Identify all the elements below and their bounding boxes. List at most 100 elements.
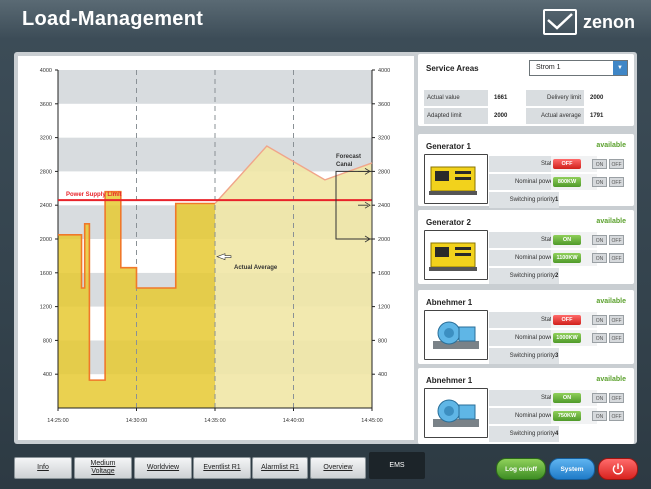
nominal-power-label: Nominal power xyxy=(489,408,559,424)
switching-priority-value: 3 xyxy=(555,353,559,359)
power-on-switch[interactable]: ON xyxy=(592,333,607,343)
actual-average: 1791 xyxy=(590,113,604,119)
nominal-power-value: 750KW xyxy=(553,411,581,421)
y-tick-label-left: 800 xyxy=(43,338,52,344)
nav-medium-voltage-button[interactable]: Medium Voltage xyxy=(74,457,132,479)
unit-card: Abnehmer 1 available State ON ON OFF Nominal p… xyxy=(418,368,634,444)
unit-title: Abnehmer 1 xyxy=(426,298,473,307)
load-chart-svg: 400 800 1200 1600 2000 2400 2800 3200 3600 4000 4… xyxy=(40,68,391,424)
page-title: Load-Management xyxy=(22,8,204,30)
unit-title: Generator 2 xyxy=(426,218,471,227)
switching-priority-label: Switching priority xyxy=(489,192,559,208)
adapted-limit-label: Adapted limit xyxy=(424,108,488,124)
switching-priority-value: 4 xyxy=(555,431,559,437)
y-tick-label-right: 1200 xyxy=(378,305,390,311)
actual-average-label: Actual Average xyxy=(234,265,278,271)
nominal-power-value: 1000KW xyxy=(553,333,581,343)
power-on-switch[interactable]: ON xyxy=(592,177,607,187)
zenon-logo-icon xyxy=(543,9,577,35)
power-on-switch[interactable]: ON xyxy=(592,411,607,421)
nominal-power-label: Nominal power xyxy=(489,250,559,266)
unit-card: Generator 2 available State ON ON OFF Nominal … xyxy=(418,210,634,284)
y-tick-label-right: 2000 xyxy=(378,237,390,243)
y-tick-label-right: 3600 xyxy=(378,102,390,108)
state-indicator: ON xyxy=(553,235,581,245)
system-button[interactable]: System xyxy=(549,458,595,480)
nav-medium-voltage-line1: Medium xyxy=(90,460,116,467)
y-tick-label-left: 2000 xyxy=(40,237,52,243)
load-chart: 400 800 1200 1600 2000 2400 2800 3200 3600 4000 4… xyxy=(18,56,414,440)
x-tick-label: 14:35:00 xyxy=(204,418,225,424)
state-indicator: OFF xyxy=(553,315,581,325)
power-button[interactable] xyxy=(598,458,638,480)
nominal-power-label: Nominal power xyxy=(489,330,559,346)
nominal-power-label: Nominal power xyxy=(489,174,559,190)
y-tick-label-right: 400 xyxy=(378,372,387,378)
unit-card: Generator 1 available State OFF ON OFF Nominal… xyxy=(418,134,634,208)
nav-info-button[interactable]: Info xyxy=(14,457,72,479)
state-off-switch[interactable]: OFF xyxy=(609,393,624,403)
nav-overview-button[interactable]: Overview xyxy=(310,457,366,479)
state-on-switch[interactable]: ON xyxy=(592,393,607,403)
switching-priority-value: 2 xyxy=(555,273,559,279)
unit-availability: available xyxy=(596,298,626,305)
nominal-power-value: 1100KW xyxy=(553,253,581,263)
y-tick-label-left: 400 xyxy=(43,372,52,378)
power-off-switch[interactable]: OFF xyxy=(609,177,624,187)
unit-title: Abnehmer 1 xyxy=(426,376,473,385)
state-on-switch[interactable]: ON xyxy=(592,315,607,325)
state-on-switch[interactable]: ON xyxy=(592,159,607,169)
state-label: State xyxy=(489,156,559,172)
state-label: State xyxy=(489,390,559,406)
delivery-limit-label: Delivery limit xyxy=(526,90,584,106)
state-off-switch[interactable]: OFF xyxy=(609,159,624,169)
switching-priority-label: Switching priority xyxy=(489,348,559,364)
state-label: State xyxy=(489,312,559,328)
state-off-switch[interactable]: OFF xyxy=(609,235,624,245)
nav-alarmlist-button[interactable]: Alarmlist R1 xyxy=(252,457,308,479)
power-on-switch[interactable]: ON xyxy=(592,253,607,263)
y-tick-label-right: 3200 xyxy=(378,136,390,142)
x-tick-label: 14:25:00 xyxy=(47,418,68,424)
unit-availability: available xyxy=(596,376,626,383)
state-label: State xyxy=(489,232,559,248)
x-tick-label: 14:45:00 xyxy=(361,418,382,424)
service-areas-panel: Service Areas Strom 1 ▼ Actual value 166… xyxy=(418,54,634,126)
y-tick-label-left: 4000 xyxy=(40,68,52,74)
switching-priority-label: Switching priority xyxy=(489,268,559,284)
generator-image xyxy=(424,230,488,280)
y-tick-label-right: 4000 xyxy=(378,68,390,74)
header: Load-Management zenon xyxy=(0,0,651,44)
unit-card: Abnehmer 1 available State OFF ON OFF Nominal … xyxy=(418,290,634,364)
unit-availability: available xyxy=(596,142,626,149)
y-tick-label-left: 3200 xyxy=(40,136,52,142)
state-on-switch[interactable]: ON xyxy=(592,235,607,245)
nav-eventlist-button[interactable]: Eventlist R1 xyxy=(193,457,251,479)
actual-average-label: Actual average xyxy=(526,108,584,124)
power-off-switch[interactable]: OFF xyxy=(609,411,624,421)
brand-name: zenon xyxy=(583,11,635,32)
chevron-down-icon[interactable]: ▼ xyxy=(613,61,627,75)
service-area-dropdown[interactable]: Strom 1 ▼ xyxy=(529,60,628,76)
y-tick-label-right: 2400 xyxy=(378,203,390,209)
nav-ems-button[interactable]: EMS xyxy=(369,452,425,479)
motor-image xyxy=(424,388,488,438)
state-off-switch[interactable]: OFF xyxy=(609,315,624,325)
brand-logo: zenon xyxy=(543,9,635,35)
service-area-selected: Strom 1 xyxy=(536,64,561,71)
y-tick-label-left: 2400 xyxy=(40,203,52,209)
unit-title: Generator 1 xyxy=(426,142,471,151)
nav-worldview-button[interactable]: Worldview xyxy=(134,457,192,479)
delivery-limit: 2000 xyxy=(590,95,604,101)
logon-button[interactable]: Log on/off xyxy=(496,458,546,480)
unit-availability: available xyxy=(596,218,626,225)
y-tick-label-left: 1600 xyxy=(40,271,52,277)
power-off-switch[interactable]: OFF xyxy=(609,253,624,263)
nominal-power-value: 800KW xyxy=(553,177,581,187)
y-tick-label-left: 3600 xyxy=(40,102,52,108)
forecast-label-line1: Forecast xyxy=(336,154,361,160)
power-off-switch[interactable]: OFF xyxy=(609,333,624,343)
x-tick-label: 14:30:00 xyxy=(126,418,147,424)
switching-priority-label: Switching priority xyxy=(489,426,559,442)
y-tick-label-left: 2800 xyxy=(40,169,52,175)
